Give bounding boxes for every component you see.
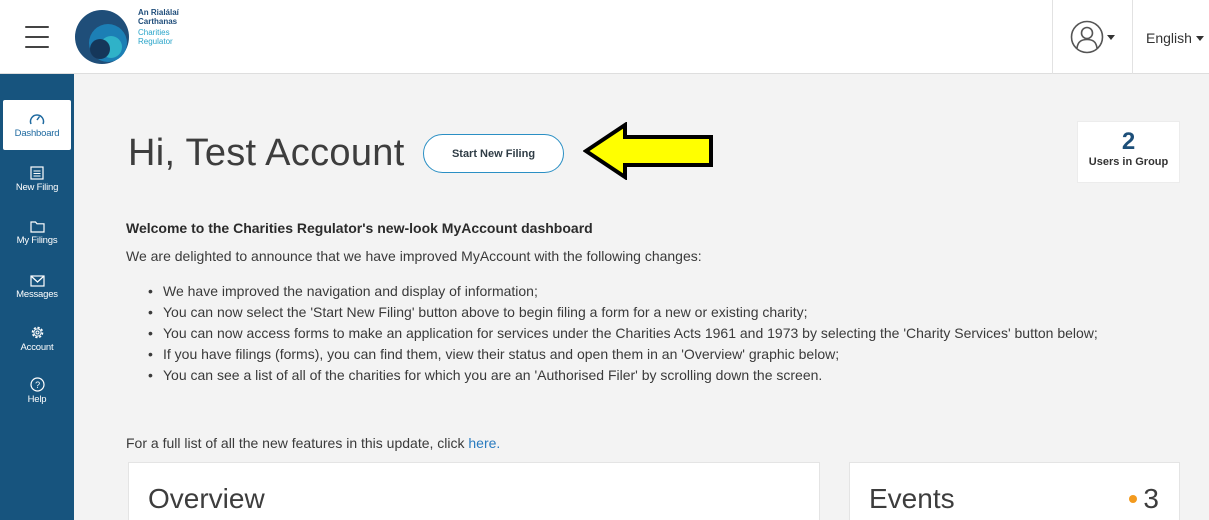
envelope-icon	[29, 274, 45, 287]
hamburger-menu-icon[interactable]	[25, 26, 49, 48]
list-item: You can see a list of all of the chariti…	[142, 365, 1192, 385]
language-label: English	[1146, 30, 1192, 46]
start-new-filing-button[interactable]: Start New Filing	[423, 134, 564, 173]
sidebar-item-label: Help	[27, 394, 47, 405]
sidebar-item-help[interactable]: ? Help	[0, 366, 74, 416]
sidebar-item-label: New Filing	[15, 181, 59, 193]
user-menu-button[interactable]	[1052, 0, 1133, 74]
sidebar-item-my-filings[interactable]: My Filings	[0, 208, 74, 258]
overview-panel: Overview	[128, 462, 820, 520]
charities-regulator-logo[interactable]	[74, 9, 130, 65]
logo-text-irish-2: Carthanas	[138, 17, 178, 26]
list-item: We have improved the navigation and disp…	[142, 281, 1192, 301]
gear-icon	[31, 326, 43, 339]
sidebar-item-dashboard[interactable]: Dashboard	[3, 100, 71, 150]
user-avatar-icon	[1070, 20, 1104, 54]
logo-text-english-2: Regulator	[138, 37, 173, 46]
language-selector[interactable]: English	[1146, 30, 1204, 46]
intro-text: We are delighted to announce that we hav…	[126, 248, 702, 264]
users-in-group-card: 2 Users in Group	[1077, 121, 1180, 183]
features-note-text: For a full list of all the new features …	[126, 435, 469, 451]
sidebar-item-label: My Filings	[16, 235, 58, 246]
events-title: Events	[869, 483, 955, 514]
here-link[interactable]: here.	[468, 435, 500, 451]
main-content: Hi, Test Account Start New Filing 2 User…	[74, 74, 1209, 520]
logo-text: An Rialálaí Carthanas Charities Regulato…	[138, 8, 179, 46]
list-item: You can now select the 'Start New Filing…	[142, 302, 1192, 322]
logo-text-irish-1: An Rialálaí	[138, 8, 179, 17]
status-dot-icon	[1129, 495, 1138, 503]
top-bar: An Rialálaí Carthanas Charities Regulato…	[0, 0, 1209, 74]
events-count-badge: 3	[1129, 483, 1159, 515]
features-note: For a full list of all the new features …	[126, 435, 500, 451]
changes-list: We have improved the navigation and disp…	[142, 281, 1192, 386]
events-panel: Events 3	[849, 462, 1180, 520]
svg-text:?: ?	[35, 380, 40, 390]
events-count: 3	[1143, 483, 1159, 514]
sidebar: Dashboard New Filing My Filings Messages…	[0, 74, 74, 520]
sidebar-item-label: Account	[20, 342, 54, 353]
users-count: 2	[1121, 128, 1136, 155]
page-title: Hi, Test Account	[128, 132, 405, 174]
help-icon: ?	[29, 377, 45, 392]
overview-title: Overview	[148, 483, 265, 514]
sidebar-item-account[interactable]: Account	[0, 314, 74, 364]
sidebar-item-label: Dashboard	[14, 127, 60, 139]
form-icon	[30, 165, 44, 180]
folder-icon	[29, 221, 45, 233]
welcome-heading: Welcome to the Charities Regulator's new…	[126, 220, 593, 236]
list-item: You can now access forms to make an appl…	[142, 323, 1192, 343]
chevron-down-icon	[1195, 35, 1204, 41]
sidebar-item-new-filing[interactable]: New Filing	[0, 154, 74, 204]
sidebar-item-label: Messages	[16, 288, 58, 300]
sidebar-item-messages[interactable]: Messages	[0, 262, 74, 312]
yellow-arrow-annotation	[583, 122, 713, 180]
logo-text-english-1: Charities	[138, 28, 170, 37]
list-item: If you have filings (forms), you can fin…	[142, 344, 1192, 364]
users-label: Users in Group	[1088, 156, 1169, 168]
gauge-icon	[29, 113, 45, 124]
chevron-down-icon	[1107, 34, 1115, 40]
